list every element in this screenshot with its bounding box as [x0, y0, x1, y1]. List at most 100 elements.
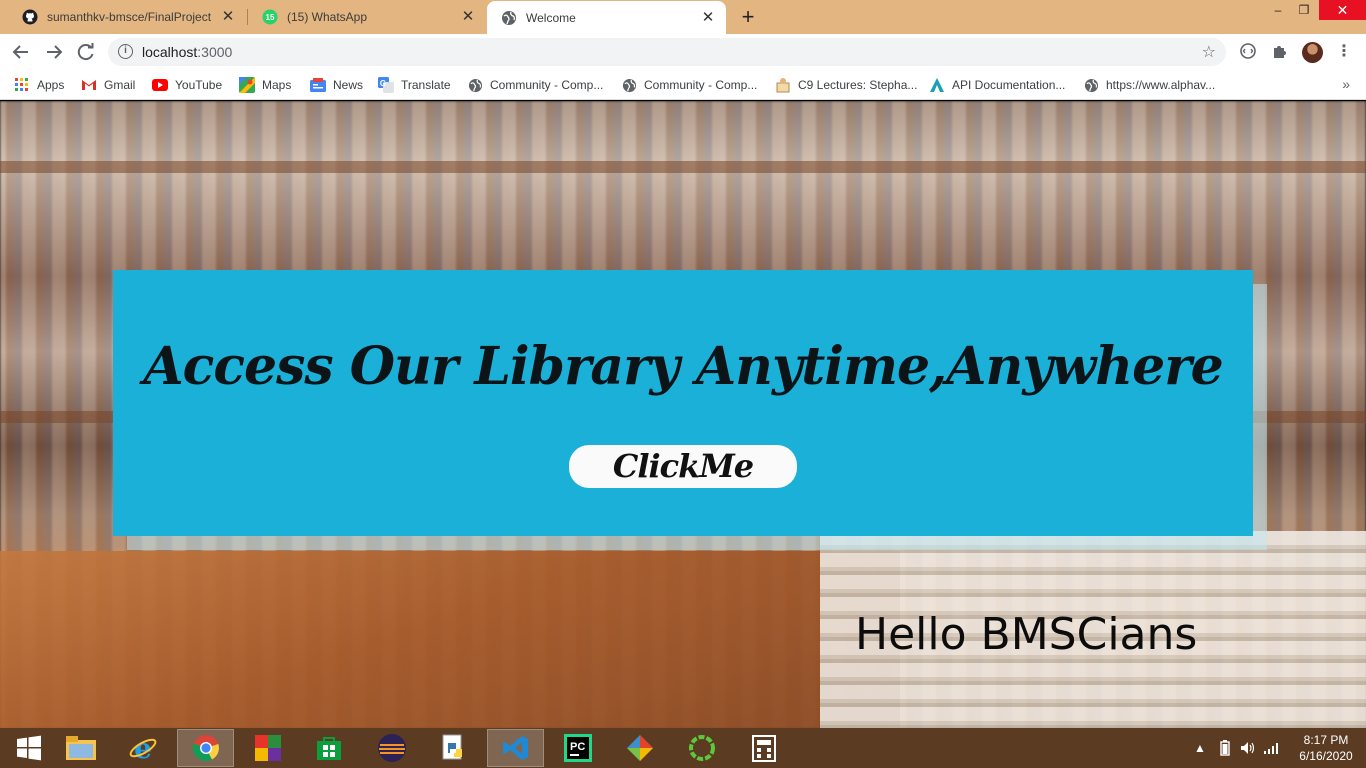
globe-icon: [467, 77, 483, 93]
svg-text:e: e: [134, 733, 152, 763]
bookmark-label: Translate: [401, 78, 451, 92]
url-port: :3000: [197, 44, 233, 60]
tab-whatsapp[interactable]: 15 (15) WhatsApp ✕: [248, 0, 486, 34]
clock-date: 6/16/2020: [1299, 749, 1353, 763]
bookmark-community-2[interactable]: Community - Comp...: [621, 76, 757, 94]
info-icon[interactable]: i: [118, 44, 133, 59]
bookmark-youtube[interactable]: YouTube: [152, 76, 222, 94]
page-content: Access Our Library Anytime,Anywhere Clic…: [0, 101, 1366, 728]
system-clock[interactable]: 8:17 PM 6/16/2020: [1288, 732, 1364, 764]
tab-github[interactable]: sumanthkv-bmsce/FinalProject ✕: [8, 0, 246, 34]
close-icon[interactable]: ✕: [220, 9, 236, 25]
start-icon[interactable]: [0, 729, 57, 767]
reload-icon: [77, 43, 94, 61]
internet-explorer-icon[interactable]: e: [114, 729, 171, 767]
tab-welcome[interactable]: Welcome ✕: [487, 1, 726, 34]
volume-icon[interactable]: [1240, 728, 1256, 768]
bookmark-star-icon[interactable]: ☆: [1202, 42, 1216, 62]
bookmark-label: News: [333, 78, 364, 92]
maximize-button[interactable]: ❐: [1289, 0, 1319, 20]
back-arrow-icon: [12, 45, 28, 59]
bookmark-translate[interactable]: G Translate: [378, 76, 451, 94]
shelf-board: [0, 161, 1366, 173]
bookmark-label: API Documentation...: [952, 78, 1066, 92]
calculator-icon[interactable]: [735, 729, 792, 767]
new-tab-button[interactable]: +: [737, 6, 759, 28]
pycharm-icon[interactable]: PC: [549, 729, 606, 767]
chrome-icon[interactable]: [177, 729, 234, 767]
bookmark-gmail[interactable]: Gmail: [81, 76, 135, 94]
bookmark-community-1[interactable]: Community - Comp...: [467, 76, 603, 94]
show-hidden-icons-chevron-up-icon[interactable]: ▲: [1194, 728, 1206, 768]
address-bar[interactable]: i localhost:3000 ☆: [108, 38, 1226, 66]
globe-icon: [1083, 77, 1099, 93]
bookmarks-bar: Apps Gmail YouTube Maps News G Translate: [0, 70, 1366, 100]
news-icon: [310, 77, 326, 93]
close-icon[interactable]: ✕: [700, 9, 716, 26]
forward-arrow-icon: [47, 45, 63, 59]
browser-toolbar: i localhost:3000 ☆ ⋮: [0, 34, 1366, 70]
bookmark-label: YouTube: [175, 78, 223, 92]
bookmark-label: Community - Comp...: [490, 78, 604, 92]
windows-taskbar: e PC ▲ 8:17 PM 6/16/2020: [0, 728, 1366, 768]
tab-title: sumanthkv-bmsce/FinalProject: [47, 10, 212, 24]
office-icon[interactable]: [239, 729, 296, 767]
close-window-button[interactable]: ✕: [1319, 0, 1366, 20]
extensions-puzzle-icon[interactable]: [1270, 42, 1290, 62]
wooden-table: [0, 551, 900, 728]
github-icon: [22, 9, 38, 25]
hero-banner: Access Our Library Anytime,Anywhere Clic…: [113, 270, 1253, 536]
bookmark-label: https://www.alphav...: [1106, 78, 1216, 92]
bookmark-c9-lectures[interactable]: C9 Lectures: Stepha...: [775, 76, 917, 94]
file-explorer-icon[interactable]: [52, 729, 109, 767]
chevron-right-double-icon[interactable]: »: [1342, 76, 1350, 92]
api-icon: [929, 77, 945, 93]
bookmark-news[interactable]: News: [310, 76, 363, 94]
bookmark-maps[interactable]: Maps: [239, 76, 291, 94]
bookmark-label: Maps: [262, 78, 292, 92]
bookmark-label: Gmail: [104, 78, 136, 92]
bookmark-label: C9 Lectures: Stepha...: [798, 78, 918, 92]
close-icon[interactable]: ✕: [460, 9, 476, 25]
tab-strip: sumanthkv-bmsce/FinalProject ✕ 15 (15) W…: [0, 0, 1366, 34]
greeting-text: Hello BMSCians: [855, 609, 1198, 660]
git-icon[interactable]: [611, 729, 668, 767]
forward-button[interactable]: [42, 40, 66, 64]
bookmark-label: Community - Comp...: [644, 78, 758, 92]
whatsapp-badge: 15: [266, 13, 275, 22]
battery-icon[interactable]: [1220, 728, 1230, 768]
store-icon[interactable]: [300, 729, 357, 767]
tab-title: Welcome: [526, 10, 576, 25]
tab-title: (15) WhatsApp: [287, 10, 368, 24]
bookmark-api-documentation[interactable]: API Documentation...: [929, 76, 1065, 94]
bookmark-alphavantage[interactable]: https://www.alphav...: [1083, 76, 1215, 94]
network-signal-icon[interactable]: [1264, 728, 1280, 768]
bookmark-apps[interactable]: Apps: [14, 76, 64, 94]
profile-avatar[interactable]: [1302, 42, 1323, 63]
youtube-icon: [152, 77, 168, 93]
gmail-icon: [81, 77, 97, 93]
back-button[interactable]: [9, 40, 33, 64]
vscode-icon[interactable]: [487, 729, 544, 767]
url-text[interactable]: localhost:3000: [142, 44, 232, 60]
url-host: localhost: [142, 44, 198, 60]
clock-time: 8:17 PM: [1303, 733, 1349, 747]
reload-button[interactable]: [74, 40, 98, 64]
maps-icon: [239, 77, 255, 93]
app-circle-icon[interactable]: [673, 729, 730, 767]
apps-grid-icon: [14, 77, 30, 93]
svg-text:PC: PC: [570, 741, 585, 753]
svg-text:G: G: [380, 79, 386, 88]
click-me-button[interactable]: ClickMe: [569, 445, 797, 488]
c9-icon: [775, 77, 791, 93]
whatsapp-icon: 15: [262, 9, 278, 25]
translate-icon: G: [378, 77, 394, 93]
banner-title: Access Our Library Anytime,Anywhere: [143, 336, 1223, 397]
globe-icon: [621, 77, 637, 93]
eclipse-icon[interactable]: [363, 729, 420, 767]
python-icon[interactable]: [425, 729, 482, 767]
cast-icon[interactable]: [1238, 42, 1258, 62]
globe-icon: [501, 10, 517, 26]
bookmark-label: Apps: [37, 78, 65, 92]
menu-kebab-icon[interactable]: ⋮: [1334, 42, 1354, 62]
